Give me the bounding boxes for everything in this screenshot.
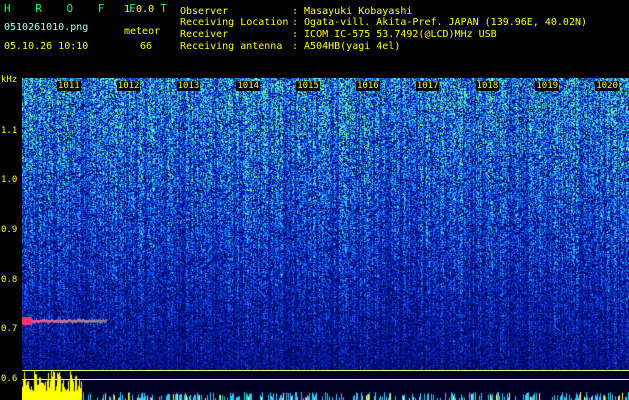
y-axis-unit: kHz xyxy=(1,75,18,85)
meteor-count: 66 xyxy=(140,41,153,52)
observer-value: : Masayuki Kobayashi xyxy=(292,6,413,17)
time-tick-label: 1019 xyxy=(535,81,560,91)
location-label: Receiving Location xyxy=(180,17,289,28)
capture-datetime: 05.10.26 10:10 xyxy=(4,41,89,52)
reference-line-lower xyxy=(22,379,629,380)
y-tick-label: 1.1 xyxy=(1,126,18,136)
receiver-value: : ICOM IC-575 53.7492(@LCD)MHz USB xyxy=(292,29,497,40)
time-tick-label: 1011 xyxy=(57,81,81,91)
meteor-label: meteor xyxy=(124,26,161,37)
y-tick-label: 0.6 xyxy=(1,374,18,384)
time-tick-label: 1015 xyxy=(296,81,320,91)
reference-line-upper xyxy=(22,370,629,371)
image-filename: 0510261010.png xyxy=(4,22,89,33)
location-value: : Ogata-vill. Akita-Pref. JAPAN (139.96E… xyxy=(292,17,588,28)
header-panel: H R O F F T 1.0.0 0510261010.png 05.10.2… xyxy=(0,0,629,72)
receiver-label: Receiver xyxy=(180,29,229,40)
time-tick-label: 1017 xyxy=(415,81,440,91)
y-tick-label: 0.7 xyxy=(1,324,18,334)
observer-label: Observer xyxy=(180,6,229,17)
antenna-value: : A504HB(yagi 4el) xyxy=(292,41,401,52)
spectrogram xyxy=(22,78,629,400)
y-tick-label: 0.8 xyxy=(1,275,18,285)
app-version: 1.0.0 xyxy=(124,4,155,15)
time-tick-label: 1016 xyxy=(356,81,380,91)
antenna-label: Receiving antenna xyxy=(180,41,283,52)
time-tick-label: 1014 xyxy=(236,81,261,91)
time-tick-label: 1020 xyxy=(595,81,619,91)
time-tick-label: 1013 xyxy=(176,81,201,91)
time-tick-label: 1012 xyxy=(116,81,141,91)
y-tick-label: 1.0 xyxy=(1,175,18,185)
y-tick-label: 0.9 xyxy=(1,225,18,235)
time-tick-label: 1018 xyxy=(475,81,500,91)
